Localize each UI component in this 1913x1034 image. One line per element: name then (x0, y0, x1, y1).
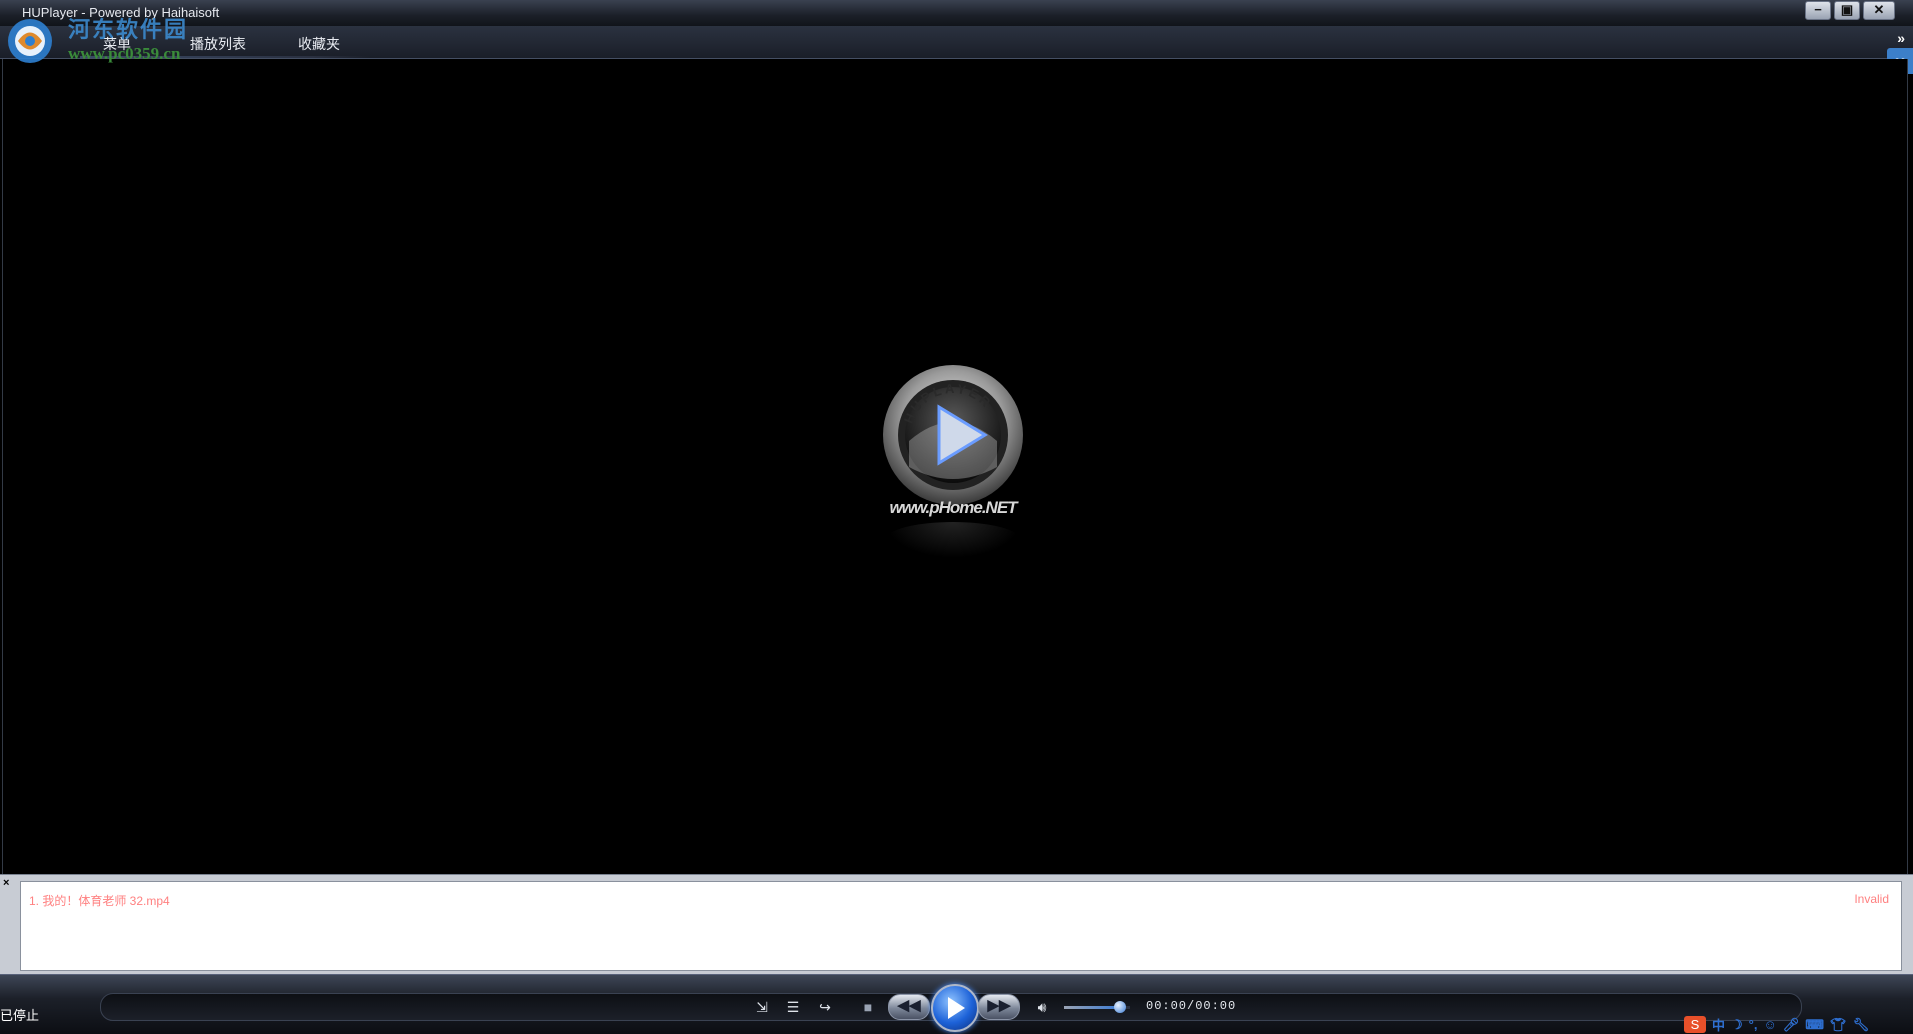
ime-language-toggle[interactable]: 中 (1712, 1015, 1725, 1034)
watermark-logo-icon (8, 19, 52, 63)
ime-logo-icon[interactable]: S (1684, 1016, 1706, 1033)
keyboard-icon[interactable]: ⌨ (1805, 1017, 1824, 1033)
menu-bar: 菜单 播放列表 收藏夹 » (0, 26, 1913, 59)
playlist-item[interactable]: 1. 我的！体育老师 32.mp4 Invalid (29, 892, 1889, 909)
expand-chevron-icon[interactable]: » (1897, 30, 1905, 46)
shrink-icon[interactable]: ⇲ (753, 998, 771, 1016)
logo-reflection (885, 522, 1021, 558)
volume-slider-knob[interactable] (1114, 1001, 1127, 1013)
playlist-list[interactable]: 1. 我的！体育老师 32.mp4 Invalid (20, 881, 1902, 971)
repeat-icon[interactable]: ↪ (816, 998, 834, 1016)
play-icon[interactable] (931, 984, 979, 1032)
skin-icon[interactable]: 👕︎ (1830, 1017, 1847, 1033)
microphone-icon[interactable]: 🎤︎ (1783, 1017, 1800, 1033)
punctuation-icon[interactable]: °, (1749, 1017, 1758, 1032)
title-bar[interactable]: HUPlayer - Powered by Haihaisoft − ▣ ✕ (0, 0, 1913, 27)
watermark-site-name: 河东软件园 (68, 17, 189, 42)
playlist-item-title: 1. 我的！体育老师 32.mp4 (29, 894, 170, 908)
playlist-icon[interactable]: ☰ (784, 998, 802, 1016)
emoji-icon[interactable]: ☺ (1763, 1017, 1776, 1032)
fast-forward-icon[interactable]: ▶▶ (978, 994, 1020, 1020)
rewind-icon[interactable]: ◀◀ (888, 994, 930, 1020)
restore-button[interactable]: ▣ (1834, 1, 1860, 20)
moon-icon[interactable]: ☽ (1731, 1017, 1743, 1033)
menu-item-favorites[interactable]: 收藏夹 (298, 34, 340, 54)
ime-toolbar: S 中 ☽ °, ☺ 🎤︎ ⌨ 👕︎ 🔧︎ (1684, 1016, 1913, 1033)
player-logo-icon: HUPLAYER (883, 365, 1023, 505)
close-button[interactable]: ✕ (1863, 1, 1895, 20)
wrench-icon[interactable]: 🔧︎ (1853, 1017, 1870, 1033)
playlist-item-status: Invalid (1854, 892, 1889, 906)
window-controls: − ▣ ✕ (1805, 1, 1895, 20)
time-display: 00:00/00:00 (1146, 999, 1237, 1013)
volume-icon[interactable]: 🔊︎ (1033, 998, 1051, 1016)
menu-item-playlist[interactable]: 播放列表 (190, 34, 246, 54)
playlist-panel: × 1. 我的！体育老师 32.mp4 Invalid (0, 874, 1913, 975)
playlist-close-icon[interactable]: × (3, 877, 9, 889)
status-text: 已停止 (0, 1008, 40, 1023)
minimize-button[interactable]: − (1805, 1, 1831, 20)
watermark-url: www.pc0359.cn (68, 44, 181, 63)
stop-icon[interactable]: ■ (859, 998, 877, 1016)
logo-url-text: www.pHome.NET (889, 498, 1017, 517)
